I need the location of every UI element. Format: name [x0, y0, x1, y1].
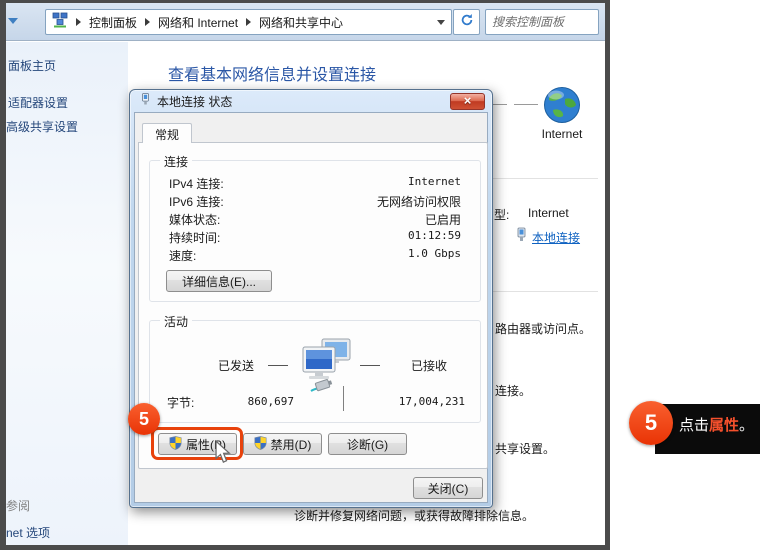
instruction-text: 点击属性。: [679, 414, 754, 435]
breadcrumb-separator-icon: [145, 18, 150, 26]
internet-node-label: Internet: [533, 127, 591, 141]
row-label: 媒体状态:: [169, 211, 220, 228]
row-label: IPv4 连接:: [169, 175, 224, 192]
tab-general[interactable]: 常规: [142, 123, 192, 143]
task-fragment-router: 路由器或访问点。: [495, 320, 591, 337]
network-map-line: [514, 104, 538, 105]
status-row-duration: 持续时间: 01:12:59: [169, 229, 461, 244]
bytes-label: 字节:: [167, 394, 194, 411]
sidebar-item-advanced-sharing[interactable]: 高级共享设置: [6, 118, 78, 135]
section-divider: [486, 178, 598, 179]
screenshot-frame: 控制面板 网络和 Internet 网络和共享中心: [0, 0, 610, 550]
connection-icon: [515, 227, 528, 247]
connection-group-label: 连接: [160, 153, 192, 170]
step-badge: 5: [629, 401, 673, 445]
row-value: 无网络访问权限: [377, 193, 461, 210]
row-value: 1.0 Gbps: [408, 247, 461, 260]
breadcrumb-item-control-panel[interactable]: 控制面板: [89, 14, 137, 31]
dialog-titlebar[interactable]: 本地连接 状态 ×: [130, 90, 492, 112]
close-button[interactable]: 关闭(C): [413, 477, 483, 499]
sent-connector-line: [268, 365, 288, 366]
internet-globe-icon: [543, 86, 581, 129]
refresh-button[interactable]: [453, 9, 480, 35]
sent-label: 已发送: [218, 357, 254, 374]
row-label: 速度:: [169, 247, 196, 264]
received-label: 已接收: [411, 357, 447, 374]
step-badge: 5: [128, 403, 160, 435]
row-value: Internet: [408, 175, 461, 188]
disable-button[interactable]: 禁用(D): [243, 433, 322, 455]
instruction-highlight: 属性: [709, 417, 739, 434]
activity-group-label: 活动: [160, 313, 192, 330]
instruction-prefix: 点击: [679, 417, 709, 434]
bytes-received-value: 17,004,231: [379, 395, 465, 408]
close-icon[interactable]: ×: [450, 93, 485, 110]
local-connection-link[interactable]: 本地连接: [532, 229, 580, 246]
uac-shield-icon: [169, 436, 182, 453]
details-button[interactable]: 详细信息(E)...: [166, 270, 272, 292]
access-type-value: Internet: [528, 206, 569, 220]
sidebar-item-internet-options[interactable]: net 选项: [6, 524, 50, 541]
access-type-label: 型:: [494, 206, 509, 223]
bytes-separator: [343, 386, 344, 411]
status-row-ipv4: IPv4 连接: Internet: [169, 175, 461, 190]
explorer-window: 控制面板 网络和 Internet 网络和共享中心: [6, 3, 605, 545]
dialog-title: 本地连接 状态: [157, 93, 232, 110]
status-row-ipv6: IPv6 连接: 无网络访问权限: [169, 193, 461, 208]
diagnose-button[interactable]: 诊断(G): [328, 433, 407, 455]
network-activity-computer-icon: [297, 337, 353, 400]
explorer-toolbar: 控制面板 网络和 Internet 网络和共享中心: [6, 3, 605, 41]
task-fragment-sharing: 共享设置。: [495, 440, 555, 457]
received-connector-line: [360, 365, 380, 366]
breadcrumb-item-network-sharing-center[interactable]: 网络和共享中心: [259, 14, 343, 31]
sidebar-item-adapter-settings[interactable]: 适配器设置: [8, 94, 68, 111]
refresh-icon: [460, 13, 474, 32]
sidebar-item-control-panel-home[interactable]: 面板主页: [8, 57, 56, 74]
page-title: 查看基本网络信息并设置连接: [168, 61, 376, 85]
status-row-speed: 速度: 1.0 Gbps: [169, 247, 461, 262]
breadcrumb-separator-icon: [246, 18, 251, 26]
sidebar-see-also-header: 参阅: [6, 497, 30, 514]
troubleshoot-text: 诊断并修复网络问题，或获得故障排除信息。: [294, 507, 534, 524]
address-bar[interactable]: 控制面板 网络和 Internet 网络和共享中心: [45, 9, 452, 35]
diagnose-button-label: 诊断(G): [347, 436, 388, 453]
mouse-cursor: [212, 440, 234, 469]
sidebar: 面板主页 适配器设置 高级共享设置 参阅 net 选项: [6, 42, 128, 545]
address-dropdown-icon[interactable]: [437, 20, 445, 25]
instruction-suffix: 。: [739, 417, 754, 434]
status-dialog: 本地连接 状态 × 常规 连接 IPv4 连接: Internet IP: [129, 89, 493, 508]
dialog-client: 常规 连接 IPv4 连接: Internet IPv6 连接: 无网络访问权限: [134, 112, 488, 503]
section-divider: [486, 291, 598, 292]
breadcrumb-separator-icon: [76, 18, 81, 26]
details-button-label: 详细信息(E)...: [182, 273, 256, 290]
close-button-label: 关闭(C): [428, 480, 469, 497]
nav-history-dropdown-icon[interactable]: [8, 18, 18, 24]
status-row-media: 媒体状态: 已启用: [169, 211, 461, 226]
breadcrumb-item-network-internet[interactable]: 网络和 Internet: [158, 14, 238, 31]
task-fragment-connect: 连接。: [495, 382, 531, 399]
disable-button-label: 禁用(D): [271, 436, 312, 453]
bytes-sent-value: 860,697: [220, 395, 294, 408]
network-sharing-icon: [52, 12, 68, 33]
search-input[interactable]: [492, 15, 592, 29]
uac-shield-icon: [254, 436, 267, 453]
connection-icon: [140, 92, 151, 111]
search-box[interactable]: [485, 9, 599, 35]
row-label: IPv6 连接:: [169, 193, 224, 210]
row-value: 已启用: [425, 211, 461, 228]
row-value: 01:12:59: [408, 229, 461, 242]
page: 控制面板 网络和 Internet 网络和共享中心: [0, 0, 760, 550]
row-label: 持续时间:: [169, 229, 220, 246]
